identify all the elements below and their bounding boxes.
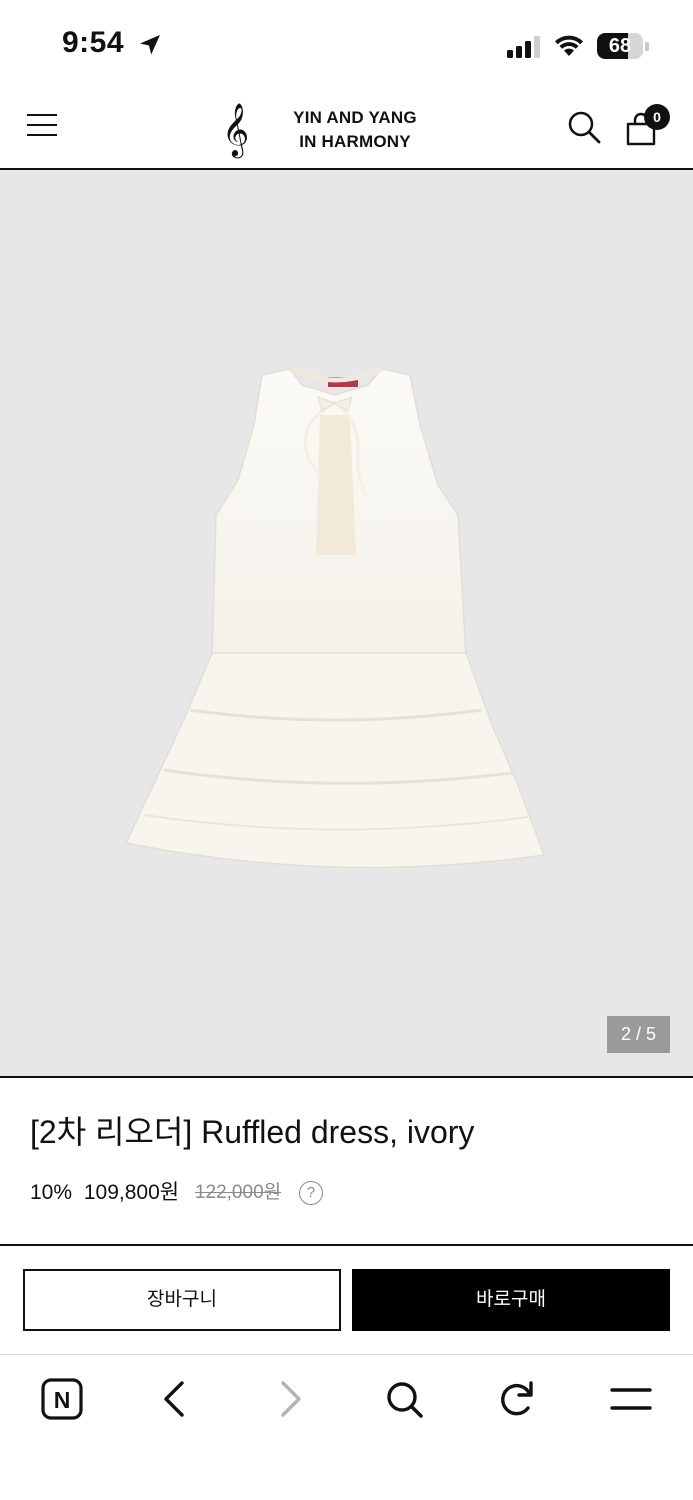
original-price: 122,000원 bbox=[194, 1182, 282, 1204]
location-arrow-icon bbox=[140, 35, 160, 55]
logo-line-1: YIN AND YANG bbox=[293, 108, 417, 127]
search-icon[interactable] bbox=[380, 1375, 428, 1423]
menu-icon[interactable] bbox=[607, 1375, 655, 1423]
cart-count-badge: 0 bbox=[644, 104, 670, 130]
buy-now-button[interactable]: 바로구매 bbox=[352, 1269, 670, 1331]
price-row: 10% 109,800원 122,000원 ? bbox=[30, 1178, 670, 1208]
naver-home-letter: N bbox=[54, 1387, 71, 1413]
sale-price: 109,800원 bbox=[83, 1181, 180, 1205]
site-logo[interactable]: 𝄞 YIN AND YANG IN HARMONY bbox=[222, 100, 432, 160]
logo-line-2: IN HARMONY bbox=[299, 132, 411, 151]
status-bar: 9:54 68 bbox=[0, 0, 693, 90]
logo-text: YIN AND YANG IN HARMONY bbox=[280, 106, 430, 154]
forward-icon[interactable] bbox=[266, 1375, 314, 1423]
battery-icon: 68 bbox=[597, 33, 649, 59]
discount-rate: 10% bbox=[30, 1181, 73, 1205]
status-time: 9:54 bbox=[62, 26, 125, 59]
product-title: [2차 리오더] Ruffled dress, ivory bbox=[30, 1114, 475, 1150]
naver-home-icon[interactable]: N bbox=[38, 1375, 86, 1423]
product-image-gallery[interactable]: 2 / 5 bbox=[0, 170, 693, 1076]
battery-level: 68 bbox=[608, 35, 632, 57]
back-icon[interactable] bbox=[151, 1375, 199, 1423]
divider bbox=[0, 1076, 693, 1078]
site-header: 𝄞 YIN AND YANG IN HARMONY 0 bbox=[0, 90, 693, 170]
cellular-signal-icon bbox=[507, 36, 540, 58]
image-counter: 2 / 5 bbox=[607, 1016, 670, 1053]
menu-icon[interactable] bbox=[27, 112, 57, 138]
browser-toolbar: N bbox=[0, 1354, 693, 1500]
shopping-bag-icon[interactable]: 0 bbox=[624, 104, 672, 146]
search-icon[interactable] bbox=[566, 109, 602, 145]
wifi-icon bbox=[555, 35, 583, 56]
product-photo-dress bbox=[124, 366, 546, 869]
divider bbox=[0, 1244, 693, 1246]
add-to-cart-button[interactable]: 장바구니 bbox=[23, 1269, 341, 1331]
question-circle-icon[interactable]: ? bbox=[298, 1181, 323, 1206]
reload-icon[interactable] bbox=[493, 1375, 541, 1423]
treble-clef-icon: 𝄞 bbox=[222, 102, 250, 156]
